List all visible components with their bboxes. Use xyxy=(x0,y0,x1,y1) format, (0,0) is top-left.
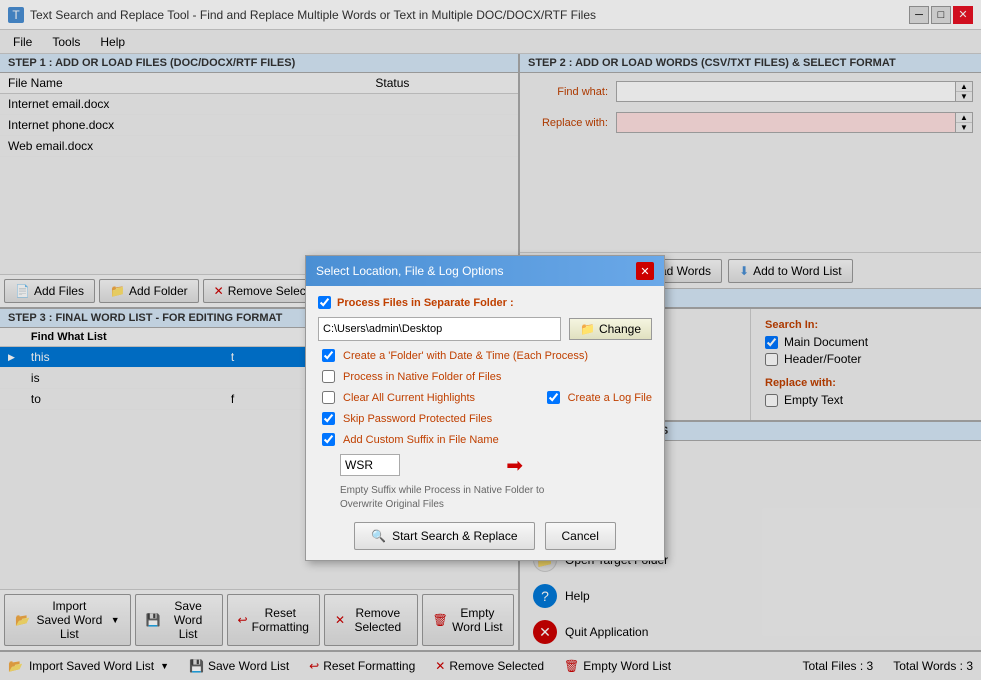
change-folder-icon: 📁 xyxy=(580,322,595,336)
dialog-overlay: Select Location, File & Log Options ✕ Pr… xyxy=(0,0,981,680)
separate-folder-checkbox[interactable] xyxy=(318,296,331,309)
separate-folder-label: Process Files in Separate Folder : xyxy=(337,297,514,309)
start-process-arrow-indicator: ➡ xyxy=(506,453,523,478)
dialog-title-bar: Select Location, File & Log Options ✕ xyxy=(306,256,664,286)
skip-password-checkbox[interactable] xyxy=(322,412,335,425)
create-log-label: Create a Log File xyxy=(568,392,652,404)
folder-path-input[interactable] xyxy=(318,317,561,341)
process-native-label: Process in Native Folder of Files xyxy=(343,371,501,383)
change-folder-label: Change xyxy=(599,322,641,336)
add-suffix-checkbox[interactable] xyxy=(322,433,335,446)
process-native-checkbox[interactable] xyxy=(322,370,335,383)
dialog-title-text: Select Location, File & Log Options xyxy=(316,264,503,278)
start-search-replace-label: Start Search & Replace xyxy=(392,529,517,543)
clear-highlights-checkbox[interactable] xyxy=(322,391,335,404)
skip-password-label: Skip Password Protected Files xyxy=(343,413,492,425)
start-search-replace-button[interactable]: 🔍 Start Search & Replace xyxy=(354,522,534,550)
cancel-label: Cancel xyxy=(562,529,599,543)
create-folder-checkbox[interactable] xyxy=(322,349,335,362)
dialog: Select Location, File & Log Options ✕ Pr… xyxy=(305,255,665,561)
dialog-close-button[interactable]: ✕ xyxy=(636,262,654,280)
suffix-note: Empty Suffix while Process in Native Fol… xyxy=(340,484,652,512)
suffix-input[interactable] xyxy=(340,454,400,476)
create-folder-label: Create a 'Folder' with Date & Time (Each… xyxy=(343,350,588,362)
search-replace-icon: 🔍 xyxy=(371,529,386,543)
create-log-checkbox[interactable] xyxy=(547,391,560,404)
clear-highlights-label: Clear All Current Highlights xyxy=(343,392,475,404)
change-folder-button[interactable]: 📁 Change xyxy=(569,318,652,340)
cancel-button[interactable]: Cancel xyxy=(545,522,616,550)
add-suffix-label: Add Custom Suffix in File Name xyxy=(343,434,499,446)
